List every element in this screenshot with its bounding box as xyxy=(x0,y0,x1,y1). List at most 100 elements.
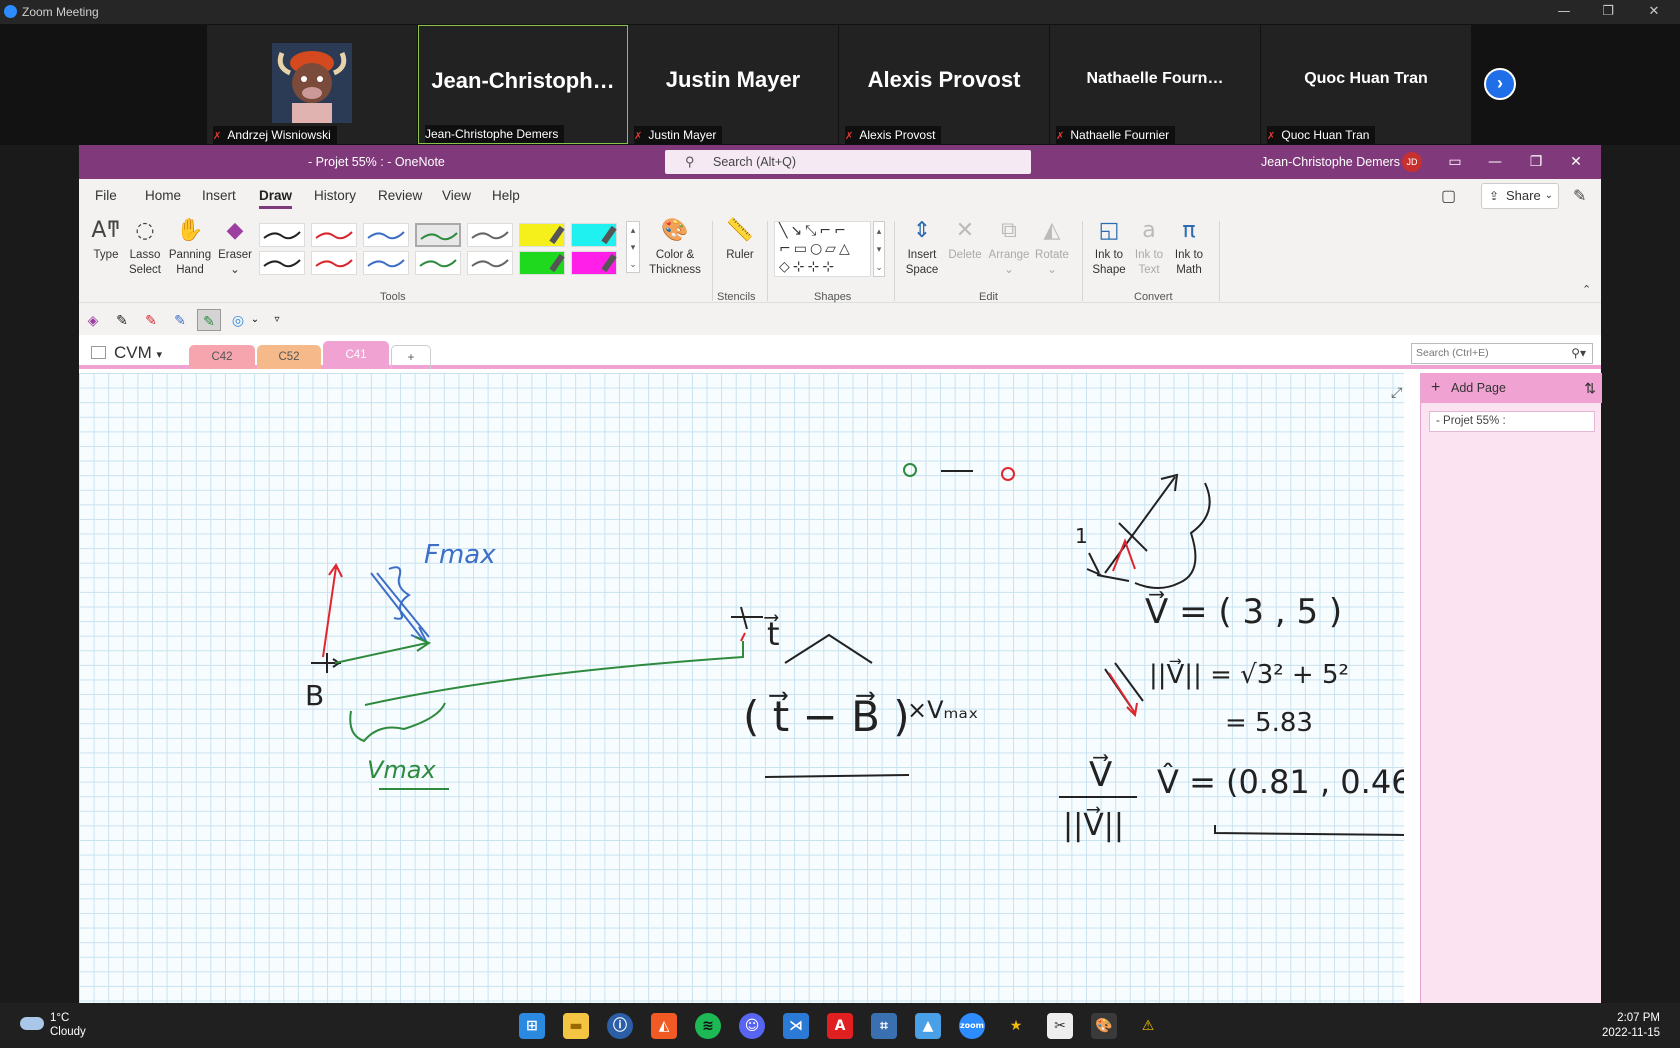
file-explorer-icon[interactable]: ▬ xyxy=(563,1013,589,1039)
pen-swatch[interactable] xyxy=(571,251,617,275)
minimize-button[interactable]: — xyxy=(1546,2,1582,22)
pen-swatch[interactable] xyxy=(311,223,357,247)
pen-swatch[interactable] xyxy=(363,223,409,247)
system-clock[interactable]: 2:07 PM 2022-11-15 xyxy=(1596,1011,1660,1041)
color-thickness-button[interactable]: 🎨 Color & Thickness xyxy=(645,217,705,278)
pen-swatch[interactable] xyxy=(467,223,513,247)
avatar[interactable]: JD xyxy=(1402,152,1422,172)
participant-tile-nathaelle[interactable]: Nathaelle Fourn… ✗ Nathaelle Fournier xyxy=(1050,25,1260,144)
section-tab-c52[interactable]: C52 xyxy=(257,345,321,369)
ink-to-math-button[interactable]: π Ink to Math xyxy=(1169,217,1209,278)
pen-swatch[interactable] xyxy=(363,251,409,275)
snipping-tool-icon[interactable]: ✂ xyxy=(1047,1013,1073,1039)
green-pen-icon[interactable]: ✎ xyxy=(197,309,221,331)
participant-tile-alexis[interactable]: Alexis Provost ✗ Alexis Provost xyxy=(839,25,1049,144)
shapes-scroll[interactable]: ▴ ▾ ⌄ xyxy=(873,221,885,277)
add-page-button[interactable]: + Add Page ⇅ xyxy=(1421,373,1602,403)
tab-help[interactable]: Help xyxy=(492,188,520,203)
ink-norm-value: = 5.83 xyxy=(1225,708,1313,738)
pen-swatch[interactable] xyxy=(467,251,513,275)
pen-swatch[interactable] xyxy=(415,223,461,247)
pen-swatch[interactable] xyxy=(415,251,461,275)
tab-insert[interactable]: Insert xyxy=(202,188,236,203)
restore-button[interactable]: ❐ xyxy=(1520,151,1552,173)
zoom-app-icon[interactable]: zoom xyxy=(959,1013,985,1039)
pen-swatch[interactable] xyxy=(519,223,565,247)
participant-name: Quoc Huan Tran xyxy=(1304,70,1428,87)
paint-icon[interactable]: 🎨 xyxy=(1091,1013,1117,1039)
search-box[interactable]: ⚲ Search (Alt+Q) xyxy=(665,150,1031,174)
group-divider xyxy=(1082,221,1083,301)
notebook-icon[interactable]: ▢ xyxy=(1441,186,1456,206)
eraser-button[interactable]: ◆ Eraser ⌄ xyxy=(215,217,255,278)
collapse-ribbon-icon[interactable]: ⌃ xyxy=(1582,283,1591,296)
red-pen-icon[interactable]: ✎ xyxy=(139,309,163,331)
tab-history[interactable]: History xyxy=(314,188,356,203)
next-page-button[interactable]: › xyxy=(1484,68,1516,100)
sort-icon: ⇅ xyxy=(1584,380,1596,396)
python-icon[interactable]: ⌗ xyxy=(871,1013,897,1039)
delete-button[interactable]: ✕ Delete xyxy=(945,217,985,263)
vscode-icon[interactable]: ⋊ xyxy=(783,1013,809,1039)
photos-icon[interactable]: ▲ xyxy=(915,1013,941,1039)
page-item[interactable]: - Projet 55% : xyxy=(1429,411,1595,432)
notebook-selector[interactable]: CVM ▾ xyxy=(91,343,162,363)
panning-hand-button[interactable]: ✋ Panning Hand xyxy=(167,217,213,278)
close-button[interactable]: ✕ xyxy=(1636,2,1672,22)
rotate-button[interactable]: ◭ Rotate ⌄ xyxy=(1032,217,1072,278)
tab-draw[interactable]: Draw xyxy=(259,188,293,209)
discord-icon[interactable]: ☺ xyxy=(739,1013,765,1039)
ruler-button[interactable]: 📏 Ruler xyxy=(720,217,760,263)
tab-review[interactable]: Review xyxy=(378,188,422,203)
pen-swatch[interactable] xyxy=(311,251,357,275)
type-button[interactable]: Aͳ Type xyxy=(89,217,123,263)
blue-pen-icon[interactable]: ✎ xyxy=(168,309,192,331)
note-canvas[interactable]: Fmax B Vmax t⃗ ( t⃗ − B⃗ ) ×Vₘₐₓ 1 V⃗ = … xyxy=(79,373,1404,1003)
section-tab-c42[interactable]: C42 xyxy=(189,345,255,369)
star-app-icon[interactable]: ★ xyxy=(1003,1013,1029,1039)
minimize-button[interactable]: — xyxy=(1479,151,1511,173)
close-button[interactable]: ✕ xyxy=(1560,151,1592,173)
ink-to-text-button[interactable]: a Ink to Text xyxy=(1131,217,1167,278)
share-button[interactable]: ⇪ Share ⌄ xyxy=(1481,183,1559,209)
brave-browser-icon[interactable]: ◭ xyxy=(651,1013,677,1039)
pen-swatch[interactable] xyxy=(259,223,305,247)
participant-tile-quoc[interactable]: Quoc Huan Tran ✗ Quoc Huan Tran xyxy=(1261,25,1471,144)
ruler-icon: 📏 xyxy=(726,218,754,243)
spotify-icon[interactable]: ≋ xyxy=(695,1013,721,1039)
participant-tile-justin[interactable]: Justin Mayer ✗ Justin Mayer xyxy=(628,25,838,144)
tab-file[interactable]: File xyxy=(95,188,117,203)
section-search-input[interactable]: Search (Ctrl+E) ⚲▾ xyxy=(1411,343,1593,364)
shapes-gallery[interactable]: ╲↘⤡⌐⌐ ⌐▭○▱△ ◇⊹⊹⊹ xyxy=(774,221,871,277)
chevron-down-icon[interactable]: ⌄ xyxy=(243,309,267,331)
eraser-icon[interactable]: ◈ xyxy=(81,309,105,331)
pen-swatch[interactable] xyxy=(571,223,617,247)
ribbon-display-icon[interactable]: ▭ xyxy=(1439,151,1471,173)
warning-icon[interactable]: ⚠ xyxy=(1135,1013,1161,1039)
arrange-button[interactable]: ⧉ Arrange ⌄ xyxy=(986,217,1032,278)
pen-swatch[interactable] xyxy=(259,251,305,275)
participant-caption: Jean-Christophe Demers xyxy=(425,125,565,143)
tab-home[interactable]: Home xyxy=(145,188,181,203)
add-section-button[interactable]: + xyxy=(391,345,431,369)
participant-tile-jean-christophe[interactable]: Jean-Christoph… Jean-Christophe Demers xyxy=(418,25,628,144)
participant-tile-andrzej[interactable]: ✗ Andrzej Wisniowski xyxy=(207,25,417,144)
insert-space-button[interactable]: ⇕ Insert Space xyxy=(901,217,943,278)
pen-swatch[interactable] xyxy=(519,251,565,275)
gallery-scroll[interactable]: ▴ ▾ ⌄ xyxy=(626,221,640,273)
black-pen-icon[interactable]: ✎ xyxy=(110,309,134,331)
section-tab-c41[interactable]: C41 xyxy=(323,341,389,369)
maximize-button[interactable]: ❐ xyxy=(1590,2,1626,22)
expand-icon[interactable]: ⤢ xyxy=(1391,385,1402,401)
lasso-select-button[interactable]: ◌ Lasso Select xyxy=(125,217,165,278)
chevron-down-icon: ⌄ xyxy=(230,264,240,276)
customize-icon[interactable]: ▿ xyxy=(265,309,289,331)
user-name[interactable]: Jean-Christophe Demers xyxy=(1261,155,1400,169)
acrobat-icon[interactable]: A xyxy=(827,1013,853,1039)
password-manager-icon[interactable]: ⓘ xyxy=(607,1013,633,1039)
tab-view[interactable]: View xyxy=(442,188,471,203)
ink-to-shape-button[interactable]: ◱ Ink to Shape xyxy=(1089,217,1129,278)
start-icon[interactable]: ⊞ xyxy=(519,1013,545,1039)
feedback-icon[interactable]: ✎ xyxy=(1573,186,1586,206)
weather-widget[interactable]: 1°C Cloudy xyxy=(20,1011,86,1039)
